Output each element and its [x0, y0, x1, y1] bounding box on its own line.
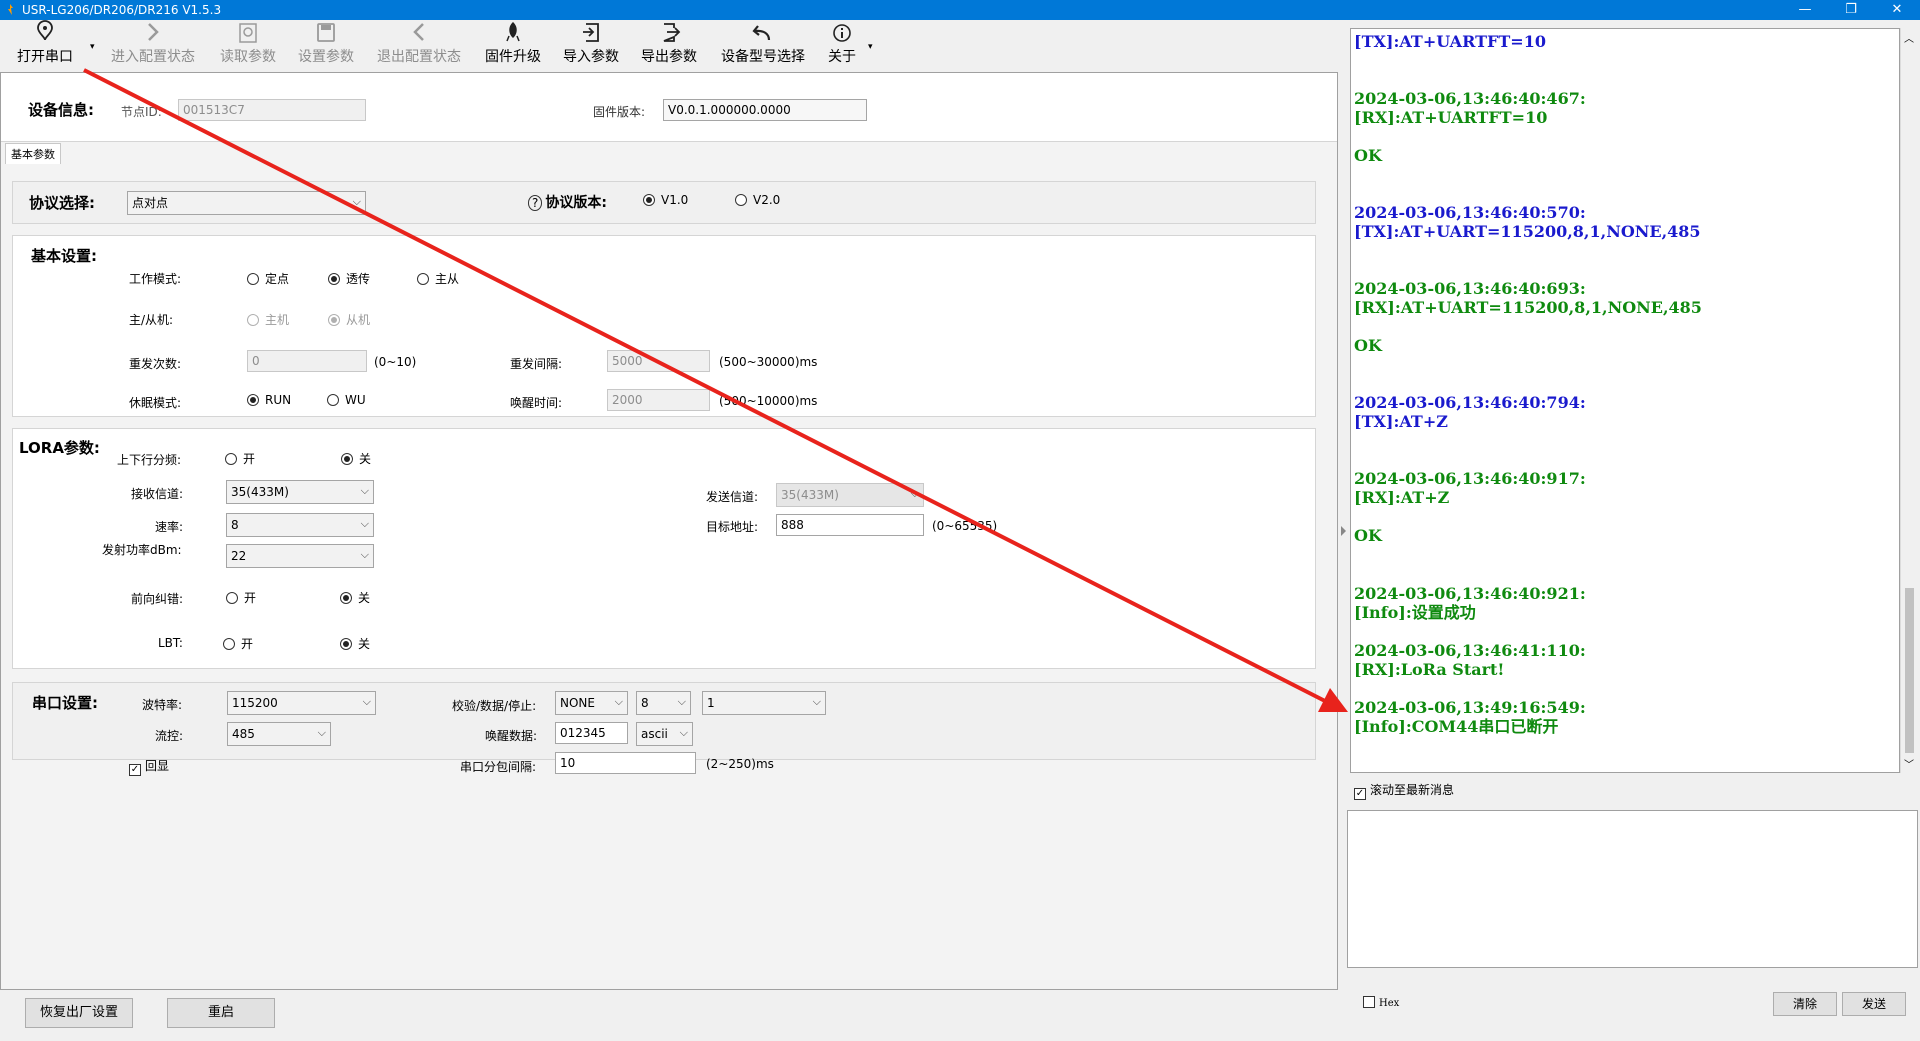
annotation-arrow	[83, 68, 1348, 712]
